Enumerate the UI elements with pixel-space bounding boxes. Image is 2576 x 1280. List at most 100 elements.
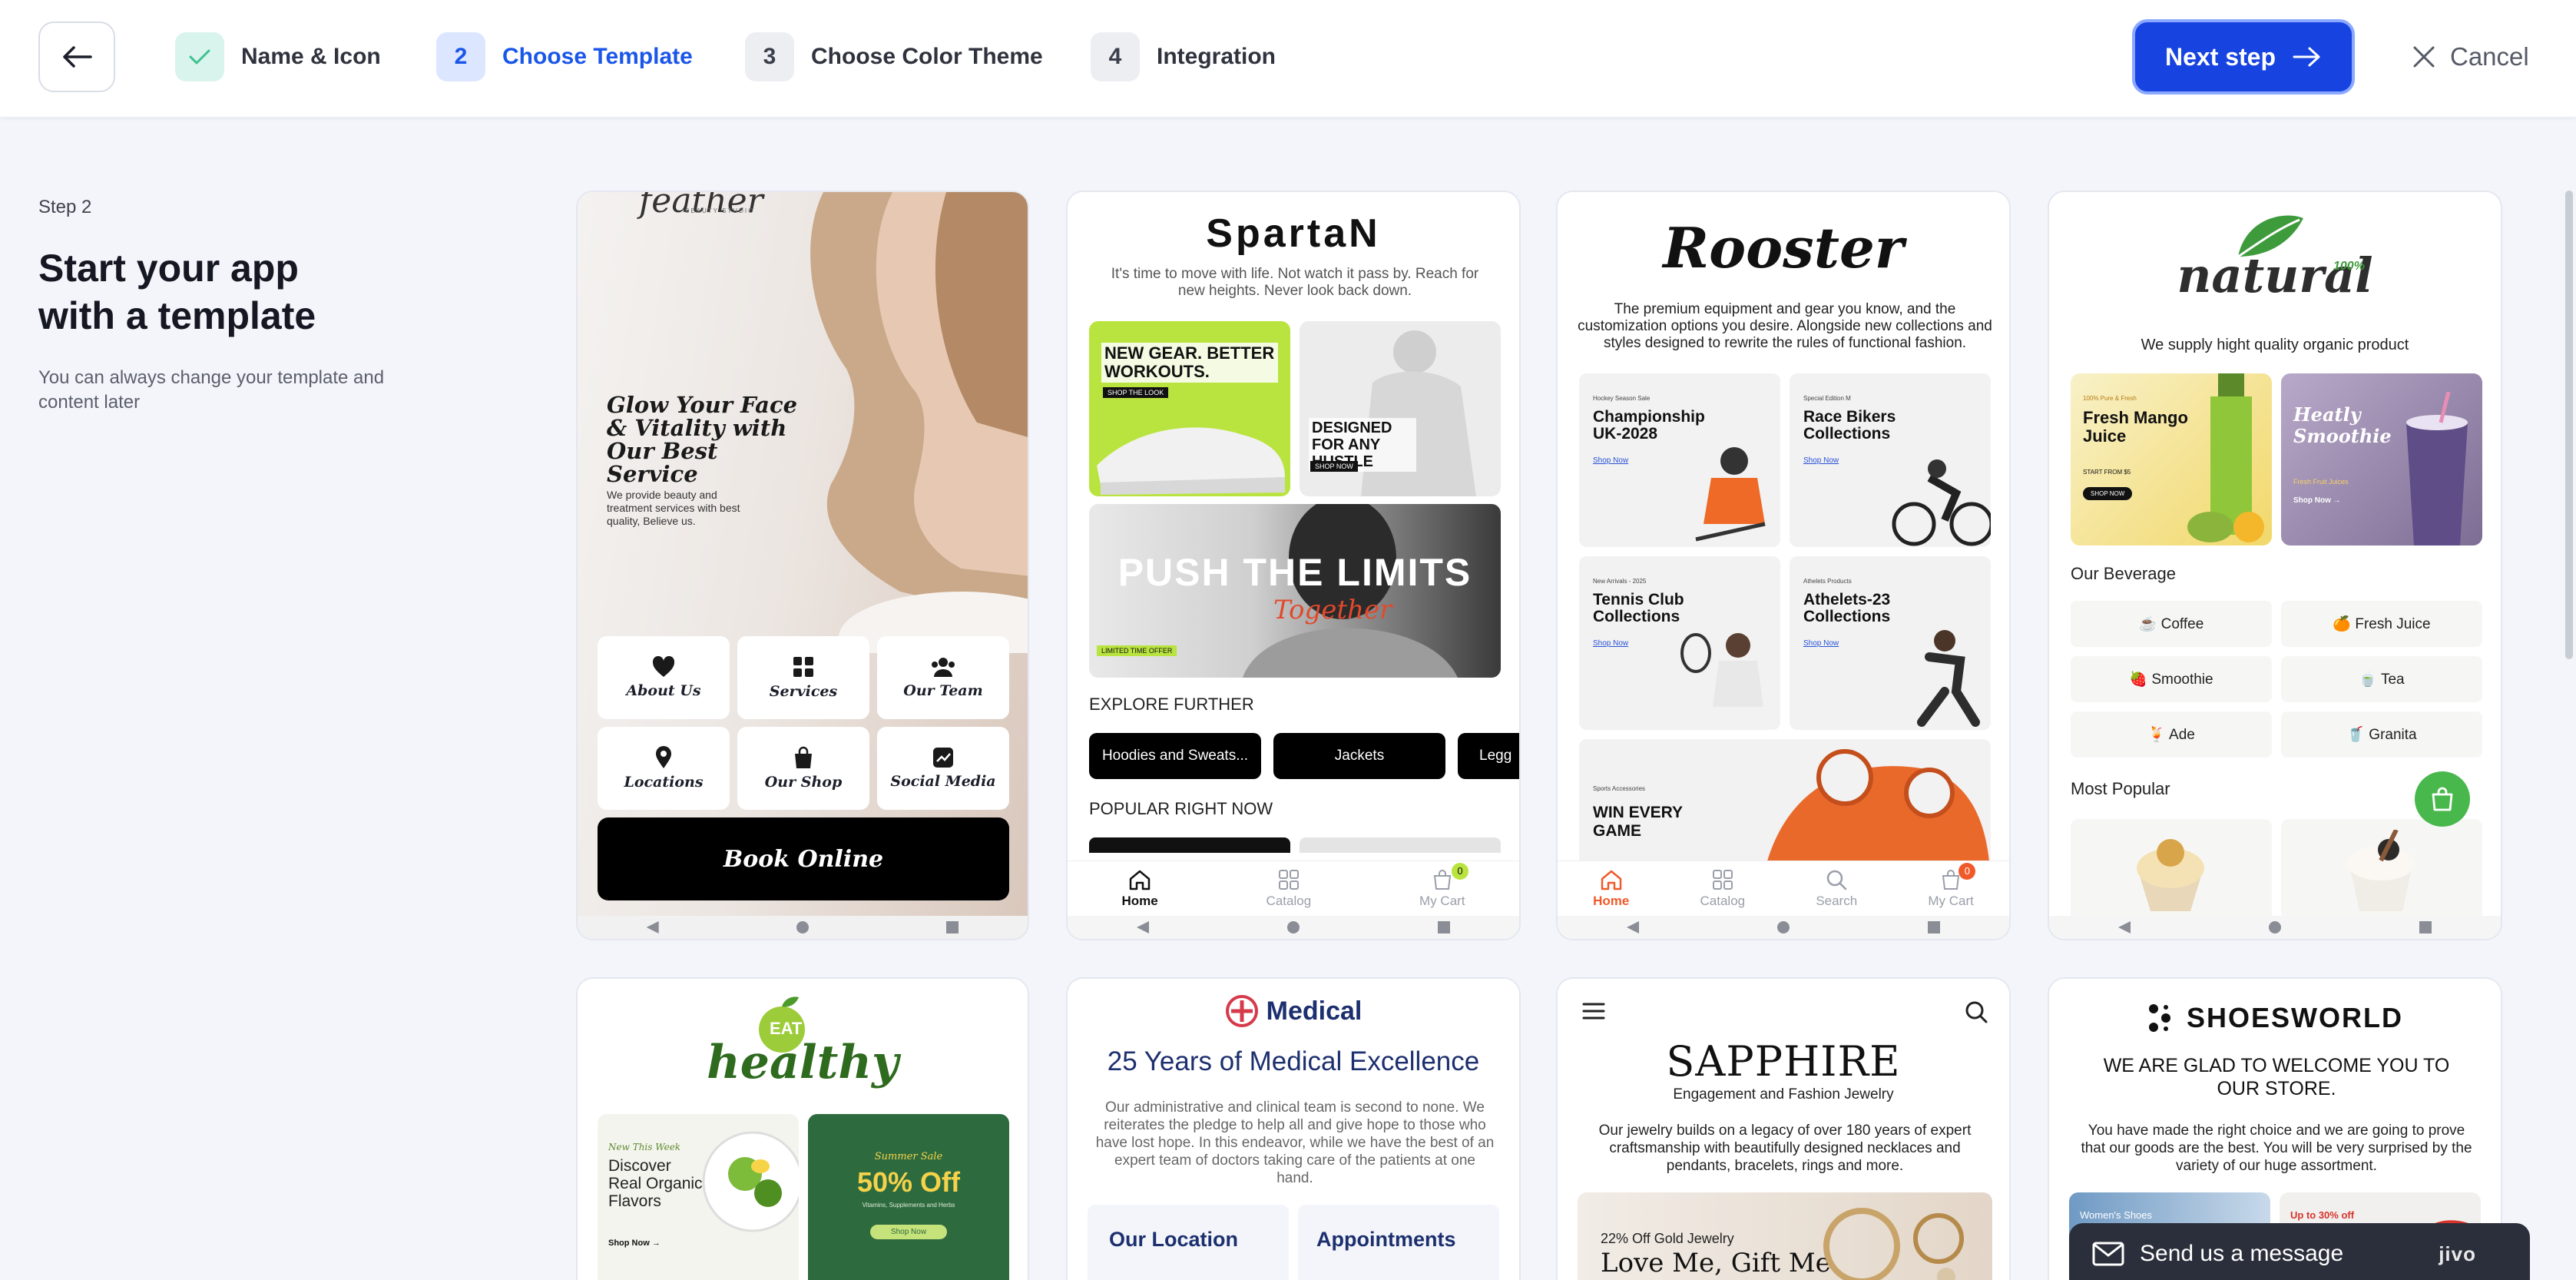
collection-tile[interactable]: New Arrivals - 2025 Tennis Club Collecti…	[1579, 556, 1780, 730]
brand-logo: SAPPHIRE	[1666, 1037, 1901, 1086]
product-thumb	[1300, 837, 1501, 853]
template-card-natural[interactable]: natural 100% We supply hight quality org…	[2048, 191, 2502, 940]
menu-tile[interactable]: Social Media	[877, 727, 1009, 810]
brand-logo: SpartaN	[1206, 211, 1381, 256]
back-button[interactable]	[38, 22, 115, 92]
floating-cart-button[interactable]	[2415, 771, 2470, 827]
promo-tile[interactable]: New This Week Discover Real Organic Flav…	[598, 1114, 799, 1280]
collection-tile[interactable]: Hockey Season Sale Championship UK-2028 …	[1579, 373, 1780, 547]
menu-tile[interactable]: Our Team	[877, 636, 1009, 719]
promo-tile[interactable]: DESIGNED FOR ANY HUSTLE SHOP NOW	[1300, 321, 1501, 496]
team-icon	[932, 658, 955, 677]
template-card-rooster[interactable]: Rooster The premium equipment and gear y…	[1556, 191, 2011, 940]
menu-tile[interactable]: Services	[737, 636, 869, 719]
beverage-chip[interactable]: 🍵 Tea	[2281, 656, 2482, 702]
wizard-step-integration[interactable]: 4 Integration	[1091, 32, 1276, 81]
promo-tile[interactable]: NEW GEAR. BETTER WORKOUTS. SHOP THE LOOK	[1089, 321, 1290, 496]
page-scrollbar[interactable]	[2565, 191, 2573, 659]
collection-tile[interactable]: Athelets Products Athelets-23 Collection…	[1790, 556, 1991, 730]
product-card[interactable]	[2071, 819, 2272, 916]
promo-tile[interactable]: Heatly Smoothie Fresh Fruit Juices Shop …	[2281, 373, 2482, 545]
info-tile[interactable]: Our Location	[1088, 1205, 1289, 1280]
beverage-chip[interactable]: 🍹 Ade	[2071, 711, 2272, 758]
page-title: Start your app with a template	[38, 247, 316, 337]
promo-tile[interactable]: Summer Sale 50% Off Vitamins, Supplement…	[808, 1114, 1009, 1280]
book-online-button[interactable]: Book Online	[598, 817, 1009, 900]
template-body: We provide beauty and treatment services…	[607, 489, 740, 527]
grid-icon	[1278, 869, 1299, 890]
app-bottom-nav: Home Catalog My Cart 0	[1068, 861, 1519, 916]
template-card-spartan[interactable]: SpartaN It's time to move with life. Not…	[1066, 191, 1521, 940]
next-step-button[interactable]: Next step	[2132, 19, 2355, 95]
nav-catalog[interactable]: Catalog	[1266, 869, 1311, 909]
template-headline: Glow Your Face & Vitality with Our Best …	[607, 392, 798, 487]
template-card-sapphire[interactable]: SAPPHIRE Engagement and Fashion Jewelry …	[1556, 977, 2011, 1280]
menu-tiles: About Us Services Our Team Locations Our…	[598, 636, 1009, 810]
category-chips: Hoodies and Sweats... Jackets Legg	[1089, 733, 1519, 781]
check-icon	[175, 32, 224, 81]
menu-tile[interactable]: Our Shop	[737, 727, 869, 810]
beverage-chip[interactable]: 🍊 Fresh Juice	[2281, 601, 2482, 647]
search-icon	[1965, 1001, 1988, 1023]
nav-home[interactable]: Home	[1593, 869, 1629, 909]
brand-logo-badge: 100%	[2333, 260, 2365, 273]
nav-search[interactable]: Search	[1816, 869, 1857, 909]
promo-tile[interactable]: 100% Pure & Fresh Fresh Mango Juice STAR…	[2071, 373, 2272, 545]
wizard-step-name-icon[interactable]: Name & Icon	[175, 32, 381, 81]
dots-logo-icon	[2148, 1004, 2170, 1032]
brand-logo: Rooster	[1663, 215, 1904, 280]
product-card[interactable]	[2281, 819, 2482, 916]
brand-logo: SHOESWORLD	[2186, 1002, 2403, 1033]
template-tagline: The premium equipment and gear you know,…	[1578, 301, 1992, 351]
nav-cart[interactable]: My Cart 0	[1419, 862, 1469, 909]
beverage-chip[interactable]: 🥤 Granita	[2281, 711, 2482, 758]
arrow-right-icon	[2293, 47, 2320, 67]
location-pin-icon	[656, 746, 671, 768]
info-tile[interactable]: Appointments	[1298, 1205, 1499, 1280]
promo-tile[interactable]: 22% Off Gold Jewelry Love Me, Gift Me	[1578, 1192, 1992, 1280]
chat-widget[interactable]: Send us a message jivo	[2069, 1223, 2530, 1280]
collection-tile[interactable]: Special Edition M Race Bikers Collection…	[1790, 373, 1991, 547]
section-heading: Most Popular	[2071, 779, 2170, 798]
step-label: Name & Icon	[241, 44, 381, 69]
template-card-eat-healthy[interactable]: EAT healthy New This Week Discover Real …	[576, 977, 1029, 1280]
jewelry-image	[1823, 1208, 1964, 1280]
nav-home[interactable]: Home	[1121, 869, 1158, 909]
app-bottom-nav: Home Catalog Search My Cart 0	[1558, 861, 2009, 916]
heart-icon	[652, 656, 675, 677]
chat-brand: jivo	[2439, 1242, 2476, 1265]
section-heading: EXPLORE FURTHER	[1089, 695, 1254, 714]
juice-bottle-image	[2187, 373, 2264, 542]
close-icon	[2413, 46, 2435, 68]
grid-icon	[1712, 869, 1733, 890]
menu-tile[interactable]: Locations	[598, 727, 730, 810]
banner-tile[interactable]: PUSH THE LIMITS Together LIMITED TIME OF…	[1089, 504, 1501, 678]
brand-logo: natural	[2177, 247, 2373, 303]
dessert-image	[2137, 839, 2204, 911]
nav-cart[interactable]: My Cart 0	[1928, 862, 1976, 909]
step-number: 2	[436, 32, 485, 81]
menu-tile[interactable]: About Us	[598, 636, 730, 719]
chat-label: Send us a message	[2140, 1241, 2344, 1266]
category-chip[interactable]: Jackets	[1273, 733, 1445, 779]
nav-catalog[interactable]: Catalog	[1700, 869, 1745, 909]
system-nav-bar	[1068, 916, 1519, 939]
template-card-feather[interactable]: feather BEAUTY STUDIO Glow Your Face & V…	[576, 191, 1029, 940]
wizard-step-color-theme[interactable]: 3 Choose Color Theme	[745, 32, 1043, 81]
hockey-player-image	[1695, 447, 1766, 542]
cancel-button[interactable]: Cancel	[2412, 32, 2529, 81]
template-body: Our administrative and clinical team is …	[1095, 1099, 1495, 1186]
envelope-icon	[2092, 1242, 2124, 1266]
section-heading: POPULAR RIGHT NOW	[1089, 799, 1273, 818]
category-chip[interactable]: Hoodies and Sweats...	[1089, 733, 1261, 779]
category-chip[interactable]: Legg	[1458, 733, 1519, 779]
template-card-medical[interactable]: Medical 25 Years of Medical Excellence O…	[1066, 977, 1521, 1280]
search-icon	[1827, 870, 1847, 890]
salad-bowl-image	[702, 1131, 799, 1232]
beverage-chip[interactable]: 🍓 Smoothie	[2071, 656, 2272, 702]
wizard-step-choose-template[interactable]: 2 Choose Template	[436, 32, 693, 81]
shopping-bag-icon	[2432, 787, 2453, 811]
next-step-label: Next step	[2164, 42, 2276, 71]
step-number: 4	[1091, 32, 1140, 81]
beverage-chip[interactable]: ☕ Coffee	[2071, 601, 2272, 647]
